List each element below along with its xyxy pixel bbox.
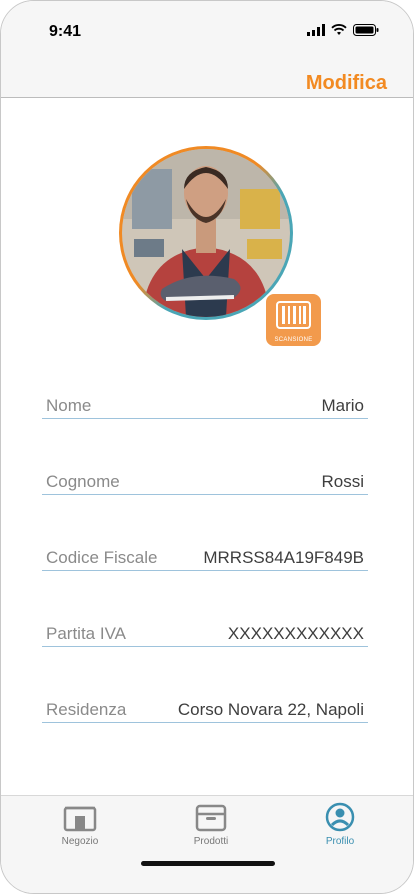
tab-label: Prodotti xyxy=(193,836,229,847)
signal-icon xyxy=(307,24,325,36)
tab-label: Negozio xyxy=(61,836,99,847)
wifi-icon xyxy=(331,24,347,35)
status-bar: 9:41 Modifica xyxy=(1,1,413,98)
profile-avatar[interactable] xyxy=(122,149,290,317)
tab-negozio[interactable]: Negozio xyxy=(35,802,125,847)
tab-profilo[interactable]: Profilo xyxy=(295,802,385,847)
field-label: Partita IVA xyxy=(46,624,126,643)
field-value[interactable]: Corso Novara 22, Napoli xyxy=(178,700,364,720)
scan-button[interactable]: SCANSIONE xyxy=(264,292,323,348)
field-value[interactable]: XXXXXXXXXXXX xyxy=(228,624,364,644)
field-label: Nome xyxy=(46,396,92,415)
profile-photo xyxy=(122,149,290,317)
user-circle-icon xyxy=(325,802,355,832)
status-time: 9:41 xyxy=(49,23,82,40)
tab-bar: Negozio Prodotti Profilo xyxy=(1,795,413,893)
field-codice-fiscale: Codice Fiscale MRRSS84A19F849B xyxy=(42,540,368,571)
home-indicator[interactable] xyxy=(141,861,275,866)
field-label: Codice Fiscale xyxy=(46,548,158,567)
field-value[interactable]: Mario xyxy=(321,396,364,416)
tab-label: Profilo xyxy=(325,836,355,847)
phone-frame: 9:41 Modifica SCANSIONE Nome Mario Cogno… xyxy=(0,0,414,894)
edit-button[interactable]: Modifica xyxy=(306,72,387,95)
field-label: Cognome xyxy=(46,472,120,491)
field-label: Residenza xyxy=(46,700,127,719)
box-icon xyxy=(195,804,227,832)
field-value[interactable]: MRRSS84A19F849B xyxy=(203,548,364,568)
tab-prodotti[interactable]: Prodotti xyxy=(166,802,256,847)
store-icon xyxy=(63,806,97,832)
field-nome: Nome Mario xyxy=(42,388,368,419)
scan-label: SCANSIONE xyxy=(274,337,313,343)
status-icons xyxy=(307,24,379,36)
field-partita-iva: Partita IVA XXXXXXXXXXXX xyxy=(42,616,368,647)
field-residenza: Residenza Corso Novara 22, Napoli xyxy=(42,692,368,723)
field-cognome: Cognome Rossi xyxy=(42,464,368,495)
barcode-icon xyxy=(276,301,311,329)
field-value[interactable]: Rossi xyxy=(321,472,364,492)
battery-icon xyxy=(353,24,379,36)
